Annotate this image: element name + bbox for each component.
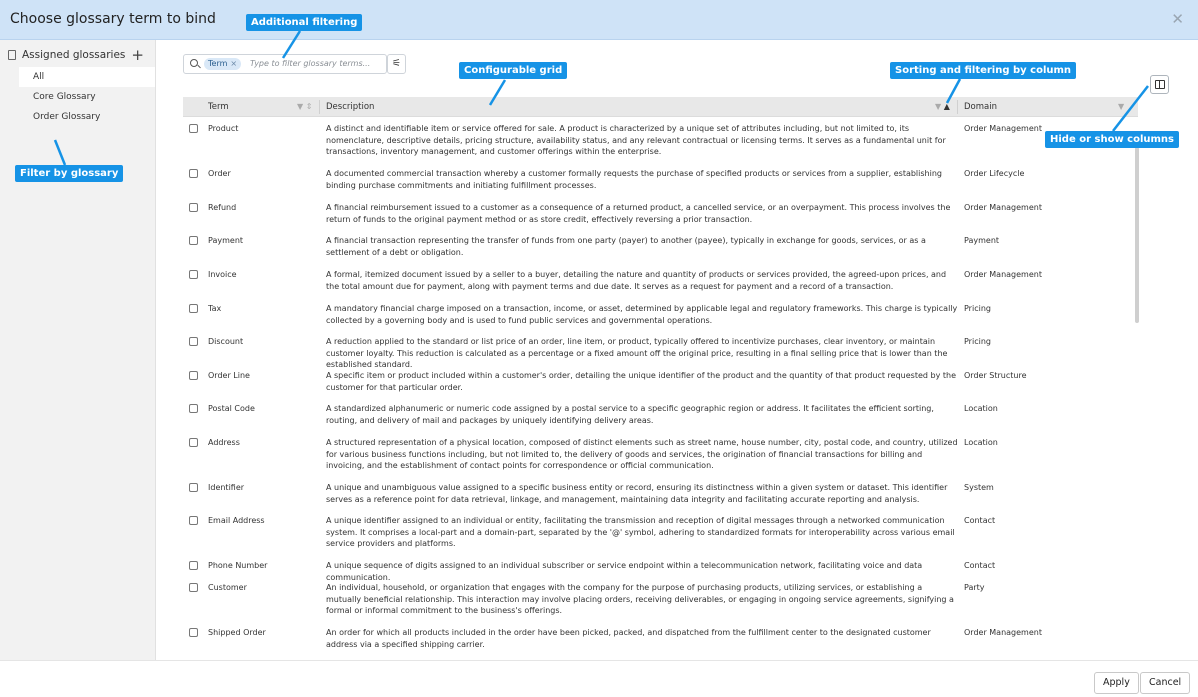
domain-cell: System [964, 483, 994, 492]
description-cell: A financial transaction representing the… [326, 236, 926, 257]
description-cell: An individual, household, or organizatio… [326, 583, 954, 615]
term-cell: Refund [208, 203, 237, 212]
callout-filter-by-glossary: Filter by glossary [15, 165, 124, 182]
term-filter-sort-icon[interactable]: ▼ ⇕ [297, 102, 312, 111]
description-filter-sort-icon[interactable]: ▼ ▲ [935, 102, 950, 111]
filter-settings-button[interactable]: ⚟ [387, 54, 406, 74]
column-header-term[interactable]: Term [208, 97, 229, 117]
description-cell: A structured representation of a physica… [326, 438, 958, 470]
add-glossary-icon[interactable]: + [131, 48, 144, 63]
row-checkbox[interactable] [189, 270, 198, 279]
row-checkbox[interactable] [189, 337, 198, 346]
term-cell: Order [208, 169, 231, 178]
assigned-glossaries-label: Assigned glossaries [22, 49, 126, 61]
term-cell: Product [208, 124, 239, 133]
term-cell: Customer [208, 583, 247, 592]
domain-cell: Pricing [964, 337, 991, 346]
dialog-footer: Apply Cancel [0, 660, 1198, 697]
description-cell: A unique sequence of digits assigned to … [326, 561, 923, 582]
callout-hide-show-columns: Hide or show columns [1045, 131, 1179, 148]
callout-additional-filtering: Additional filtering [246, 14, 363, 31]
term-cell: Postal Code [208, 404, 255, 413]
dialog-header: Choose glossary term to bind ✕ [0, 0, 1198, 40]
sidebar-item-order-glossary[interactable]: Order Glossary [19, 107, 155, 127]
column-header-domain[interactable]: Domain [964, 97, 997, 117]
row-checkbox[interactable] [189, 438, 198, 447]
row-checkbox[interactable] [189, 236, 198, 245]
term-cell: Shipped Order [208, 628, 266, 637]
domain-cell: Payment [964, 236, 1000, 245]
row-checkbox[interactable] [189, 371, 198, 380]
row-checkbox[interactable] [189, 304, 198, 313]
domain-cell: Location [964, 404, 998, 413]
row-checkbox[interactable] [189, 583, 198, 592]
assigned-glossaries-header: Assigned glossaries + [8, 47, 144, 63]
description-cell: A specific item or product included with… [326, 371, 956, 392]
sidebar-item-core-glossary[interactable]: Core Glossary [19, 87, 155, 107]
chip-label: Term [208, 59, 228, 68]
domain-cell: Order Management [964, 203, 1042, 212]
callout-sorting-filtering: Sorting and filtering by column [890, 62, 1077, 79]
column-divider [319, 100, 320, 114]
column-toggle-button[interactable] [1150, 75, 1169, 94]
term-cell: Invoice [208, 270, 237, 279]
scrollbar-thumb[interactable] [1135, 147, 1139, 323]
sidebar-item-all[interactable]: All [19, 67, 155, 87]
row-checkbox[interactable] [189, 169, 198, 178]
grid-scrollbar[interactable] [1135, 117, 1139, 652]
row-checkbox[interactable] [189, 203, 198, 212]
cancel-button[interactable]: Cancel [1140, 672, 1191, 694]
grid-header: Term ▼ ⇕ Description ▼ ▲ Domain ▼ [183, 97, 1138, 117]
dialog-title: Choose glossary term to bind [10, 11, 216, 27]
term-cell: Payment [208, 236, 244, 245]
description-cell: A formal, itemized document issued by a … [326, 270, 947, 291]
term-cell: Tax [208, 304, 222, 313]
term-cell: Order Line [208, 371, 250, 380]
term-filter-chip[interactable]: Term × [204, 58, 242, 70]
glossary-grid: Product A distinct and identifiable item… [183, 117, 1138, 652]
description-cell: A standardized alphanumeric or numeric c… [326, 404, 934, 425]
description-cell: A reduction applied to the standard or l… [326, 337, 948, 369]
row-checkbox[interactable] [189, 404, 198, 413]
column-header-description[interactable]: Description [326, 97, 374, 117]
description-cell: A financial reimbursement issued to a cu… [326, 203, 951, 224]
column-divider [957, 100, 958, 114]
term-cell: Phone Number [208, 561, 268, 570]
apply-button[interactable]: Apply [1094, 672, 1139, 694]
row-checkbox[interactable] [189, 483, 198, 492]
callout-configurable-grid: Configurable grid [459, 62, 568, 79]
chip-remove-icon[interactable]: × [230, 59, 237, 68]
close-icon[interactable]: ✕ [1171, 10, 1184, 28]
domain-cell: Contact [964, 561, 996, 570]
search-box[interactable]: Term × Type to filter glossary terms... [183, 54, 387, 74]
row-checkbox[interactable] [189, 516, 198, 525]
row-checkbox[interactable] [189, 561, 198, 570]
domain-filter-icon[interactable]: ▼ [1118, 102, 1124, 111]
row-checkbox[interactable] [189, 628, 198, 637]
term-cell: Address [208, 438, 240, 447]
glossary-sidebar: Assigned glossaries + All Core Glossary … [0, 40, 156, 660]
description-cell: A mandatory financial charge imposed on … [326, 304, 958, 325]
description-cell: An order for which all products included… [326, 628, 931, 649]
domain-cell: Order Lifecycle [964, 169, 1025, 178]
domain-cell: Location [964, 438, 998, 447]
domain-cell: Pricing [964, 304, 991, 313]
domain-cell: Party [964, 583, 985, 592]
description-cell: A distinct and identifiable item or serv… [326, 124, 946, 156]
domain-cell: Order Management [964, 270, 1042, 279]
term-cell: Identifier [208, 483, 245, 492]
description-cell: A documented commercial transaction wher… [326, 169, 942, 190]
columns-icon [1155, 80, 1165, 89]
domain-cell: Contact [964, 516, 996, 525]
domain-cell: Order Management [964, 628, 1042, 637]
search-input[interactable]: Type to filter glossary terms... [250, 59, 370, 68]
description-cell: A unique identifier assigned to an indiv… [326, 516, 955, 548]
domain-cell: Order Structure [964, 371, 1027, 380]
book-icon [8, 50, 16, 60]
term-cell: Email Address [208, 516, 265, 525]
search-icon [190, 59, 198, 67]
description-cell: A unique and unambiguous value assigned … [326, 483, 948, 504]
term-cell: Discount [208, 337, 244, 346]
row-checkbox[interactable] [189, 124, 198, 133]
